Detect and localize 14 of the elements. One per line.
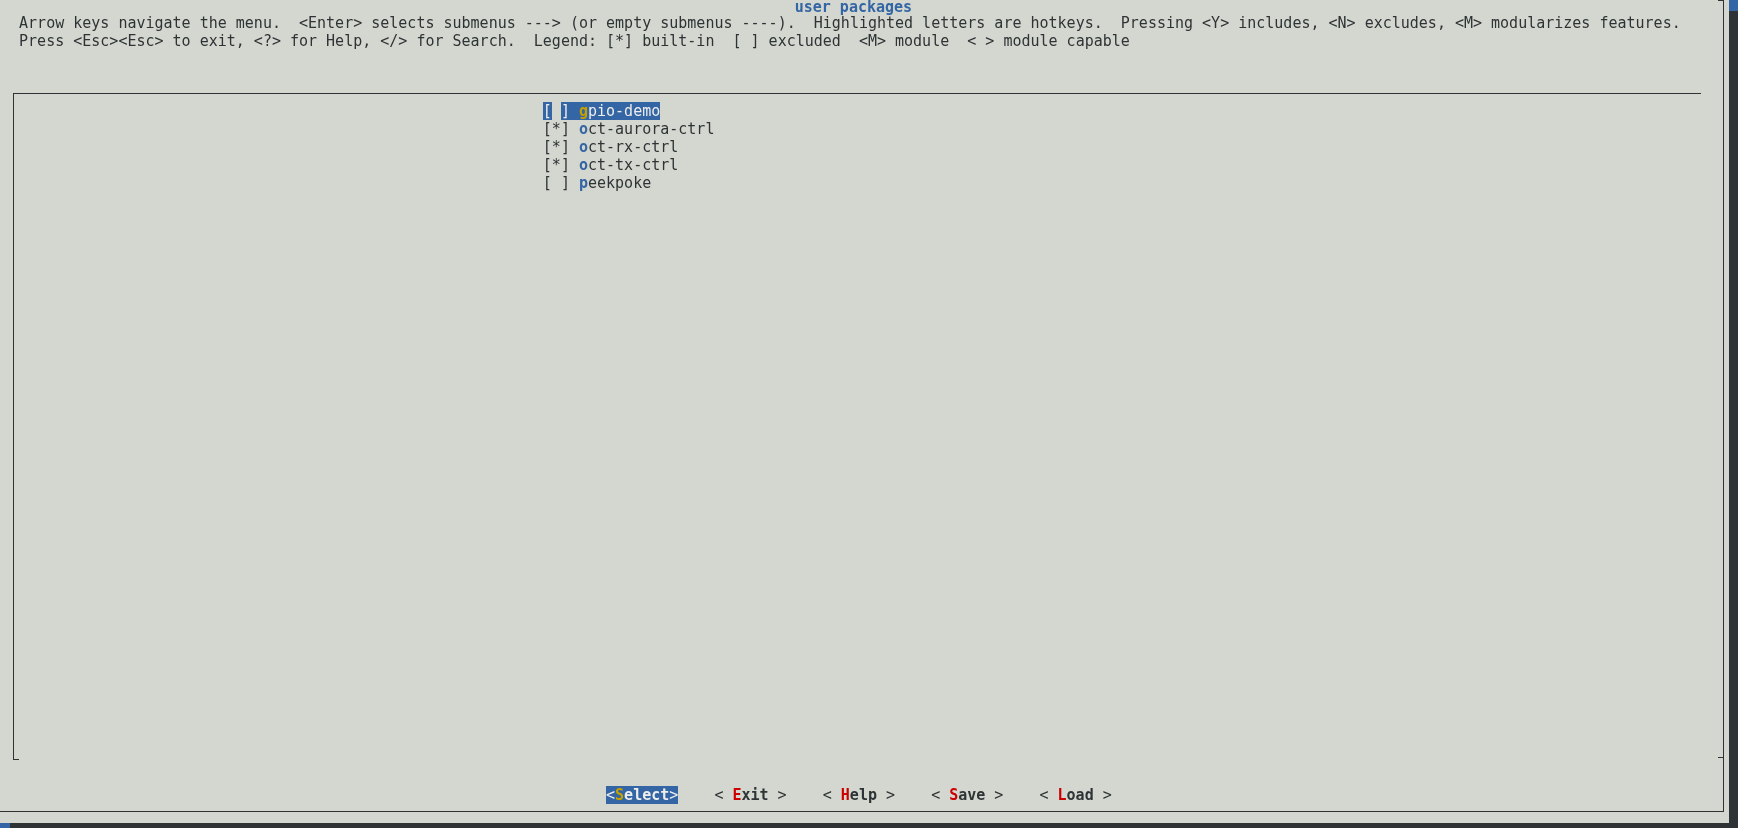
edge-strip bbox=[1729, 0, 1738, 11]
help-text: Arrow keys navigate the menu. <Enter> selects submenus ---> (or empty submenus ----). Highlighted letters are hotkeys. Pressing <Y> includes, <N> excludes, <M> modularizes features. bbox=[19, 14, 1681, 32]
help-text: Press <Esc><Esc> to exit, <?> for Help, </> for Search. Legend: [*] built-in [ ] excluded <M> module < > module capable bbox=[19, 32, 1130, 50]
menu-item[interactable]: [ ] peekpoke bbox=[542, 174, 652, 192]
dialog-button[interactable]: < Exit > bbox=[714, 786, 787, 804]
menu-item[interactable]: [*] oct-rx-ctrl bbox=[542, 138, 679, 156]
menu-item[interactable]: [ ] gpio-demo bbox=[542, 102, 661, 120]
edge-strip bbox=[0, 823, 10, 828]
dialog-button[interactable]: < Load > bbox=[1039, 786, 1112, 804]
menu-item[interactable]: [*] oct-tx-ctrl bbox=[542, 156, 679, 174]
dialog-button[interactable]: < Save > bbox=[931, 786, 1004, 804]
menu-item[interactable]: [*] oct-aurora-ctrl bbox=[542, 120, 715, 138]
dialog-button[interactable]: < Help > bbox=[822, 786, 895, 804]
dialog-button[interactable]: <Select> bbox=[606, 786, 679, 804]
